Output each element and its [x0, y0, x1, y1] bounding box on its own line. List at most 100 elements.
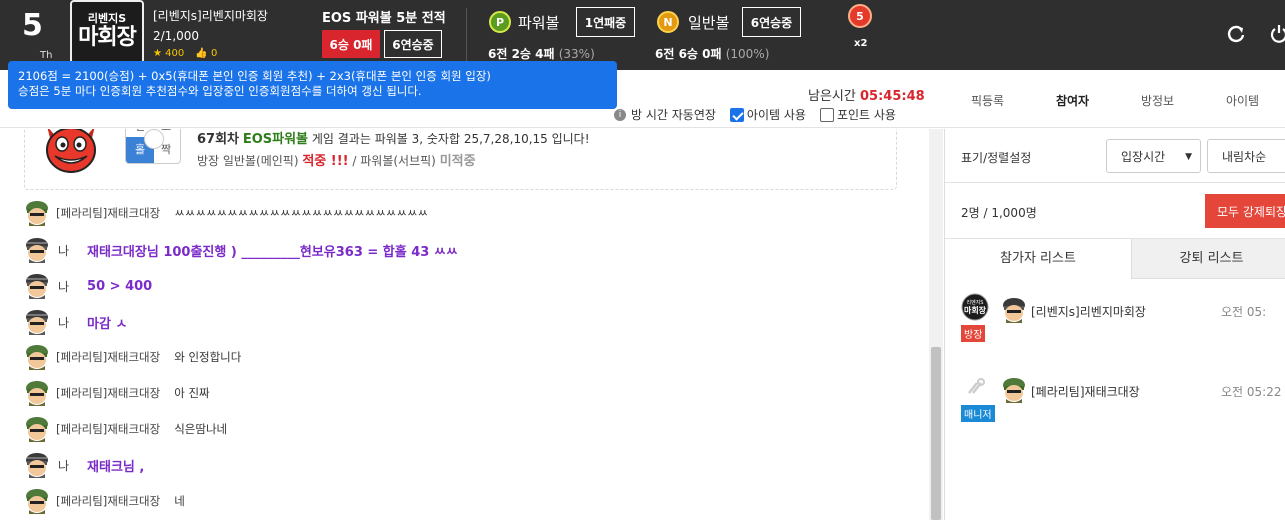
notice-game: EOS파워볼: [242, 132, 309, 147]
message-nick[interactable]: 나: [58, 314, 69, 331]
message-nick[interactable]: [페라리팀]재태크대장: [56, 421, 160, 437]
like-count: 👍 0: [195, 48, 218, 59]
item-use-label[interactable]: 아이템 사용: [747, 106, 806, 123]
chat-message: [페라리팀]재태크대장 네: [24, 487, 185, 515]
soldier-avatar-icon: [26, 489, 48, 514]
normalball-icon: N: [657, 11, 679, 33]
remaining-time-value: 05:45:48: [859, 89, 925, 104]
refresh-icon[interactable]: [1226, 24, 1246, 44]
chat-message: 나 50 > 400: [24, 272, 152, 300]
participant-panel: 표기/정렬설정 입장시간 ▼ 내림차순 2명 / 1,000명 모두 강제퇴장 …: [944, 129, 1285, 520]
star-count: ★ 400: [153, 48, 185, 59]
participant-row[interactable]: 매니저 [페라리팀]재태크대장 오전 05:22: [945, 369, 1285, 439]
member-count: 2명 / 1,000명: [961, 206, 1037, 220]
message-nick[interactable]: 나: [58, 278, 69, 295]
message-nick[interactable]: [페라리팀]재태크대장: [56, 493, 160, 509]
logo-top-text: 리벤지S: [87, 12, 127, 25]
sort-by-select[interactable]: 입장시간 ▼: [1106, 139, 1201, 173]
notice-main-pick: 방장 일반볼(메인픽): [197, 154, 299, 168]
participant-time: 오전 05:: [1221, 305, 1267, 319]
host-name: [리벤지s]리벤지마회장: [153, 9, 268, 23]
right-panel-tabs: 픽등록 참여자 방정보 아이템: [945, 92, 1285, 109]
participant-name: [페라리팀]재태크대장: [1031, 385, 1140, 399]
message-nick[interactable]: 나: [58, 457, 69, 474]
room-options: i 방 시간 자동연장 아이템 사용 포인트 사용: [614, 106, 896, 123]
message-text: 아 진짜: [174, 386, 210, 400]
tab-kicked-list[interactable]: 강퇴 리스트: [1131, 239, 1285, 279]
svg-text:마회장: 마회장: [964, 305, 987, 315]
tab-participants[interactable]: 참여자: [1030, 92, 1115, 109]
soldier-avatar-icon: [26, 345, 48, 370]
notice-result: 게임 결과는 파워볼 3, 숫자합 25,7,28,10,15 입니다!: [311, 132, 590, 146]
point-use-label[interactable]: 포인트 사용: [837, 106, 896, 123]
record-title: EOS 파워볼 5분 전적: [322, 11, 446, 26]
message-nick[interactable]: [페라리팀]재태크대장: [56, 385, 160, 401]
soldier-avatar-icon: [26, 381, 48, 406]
message-text: 재태크님 ,: [87, 459, 145, 475]
item-use-checkbox[interactable]: [729, 107, 744, 122]
message-nick[interactable]: [페라리팀]재태크대장: [56, 349, 160, 365]
participant-tabs: 참가자 리스트 강퇴 리스트: [945, 239, 1285, 279]
notice-result-line: 67회차 EOS파워볼 게임 결과는 파워볼 3, 숫자합 25,7,28,10…: [197, 129, 590, 147]
chat-message: [페라리팀]재태크대장 아 진짜: [24, 379, 210, 407]
role-badge-manager: 매니저: [961, 405, 995, 422]
normalball-label: 일반볼: [688, 14, 730, 32]
score-tooltip: 2106점 = 2100(승점) + 0x5(휴대폰 본인 인증 회원 추천) …: [8, 61, 617, 109]
soldier-avatar-icon: [26, 238, 48, 263]
notice-round: 67회차: [197, 132, 240, 147]
sort-order-value: 내림차순: [1222, 149, 1267, 164]
tooltip-line-2: 승점은 5분 마다 인증회원 추천점수와 입장중인 인증회원점수를 더하여 갱신…: [18, 84, 422, 98]
host-logo-badge-icon: 리벤지S 마회장: [961, 293, 989, 321]
sort-label: 표기/정렬설정: [961, 151, 1032, 165]
auto-extend-label[interactable]: 방 시간 자동연장: [631, 106, 716, 123]
odd-even-toggle[interactable]: 언 오 홀 짝: [125, 129, 181, 164]
soldier-avatar-icon: [1003, 298, 1025, 323]
remaining-time-label: 남은시간: [808, 89, 856, 104]
top-bar: 5 Th 리벤지S 마회장 [리벤지s]리벤지마회장 2/1,000 ★ 400…: [0, 0, 1285, 70]
point-use-checkbox[interactable]: [819, 107, 834, 122]
power-icon[interactable]: [1269, 24, 1285, 44]
sort-settings: 표기/정렬설정 입장시간 ▼ 내림차순: [945, 129, 1285, 183]
chat-area: 언 오 홀 짝 67회차 EOS파워볼 게임 결과는 파워볼 3, 숫자합 25…: [0, 129, 944, 520]
powerball-label: 파워볼: [518, 14, 560, 32]
chat-message: 나 재태크대장님 100출진행 ) _________현보유363 = 합홀 43…: [24, 236, 458, 264]
message-text: 마감 ㅅ: [87, 316, 128, 332]
message-nick[interactable]: [페라리팀]재태크대장: [56, 205, 160, 221]
soldier-avatar-icon: [26, 310, 48, 335]
toggle-knob[interactable]: [144, 129, 164, 149]
soldier-avatar-icon: [26, 417, 48, 442]
room-sub-label: Th: [40, 50, 53, 61]
tab-participant-list[interactable]: 참가자 리스트: [945, 239, 1131, 279]
tab-pick-register[interactable]: 픽등록: [945, 92, 1030, 109]
participant-row[interactable]: 리벤지S 마회장 방장 [리벤지s]리벤지마회장 오전 05:: [945, 289, 1285, 359]
remaining-time: 남은시간 05:45:48: [808, 85, 925, 104]
tab-items[interactable]: 아이템: [1200, 92, 1285, 109]
room-number: 5: [22, 8, 43, 43]
normalball-streak-box: 6연승중: [742, 7, 801, 37]
message-text: 재태크대장님 100출진행 ) _________현보유363 = 합홀 43 …: [87, 244, 458, 260]
sort-by-value: 입장시간: [1121, 149, 1166, 164]
devil-mascot-icon: [46, 129, 96, 173]
count-row: 2명 / 1,000명 모두 강제퇴장: [945, 183, 1285, 239]
message-nick[interactable]: 나: [58, 242, 69, 259]
powerball-record-text: 6전 2승 4패: [488, 47, 555, 61]
sort-order-select[interactable]: 내림차순: [1207, 139, 1285, 173]
message-text: 식은땀나네: [174, 422, 228, 436]
soldier-avatar-icon: [26, 453, 48, 478]
soldier-avatar-icon: [26, 201, 48, 226]
notice-hit: 적중 !!!: [302, 154, 349, 169]
normalball-record-pct: (100%): [725, 47, 770, 61]
notice-miss: 미적중: [439, 154, 476, 169]
soldier-avatar-icon: [1003, 378, 1025, 403]
powerball-record: 6전 2승 4패 (33%): [488, 45, 595, 62]
host-stats: ★ 400 👍 0: [153, 48, 225, 59]
normalball-record-text: 6전 6승 0패: [655, 47, 722, 61]
chat-scroll-thumb[interactable]: [931, 347, 941, 520]
participant-name: [리벤지s]리벤지마회장: [1031, 305, 1146, 319]
tab-room-info[interactable]: 방정보: [1115, 92, 1200, 109]
kick-all-button[interactable]: 모두 강제퇴장: [1205, 194, 1285, 228]
chat-message: [페라리팀]재태크대장 식은땀나네: [24, 415, 227, 443]
logo-main-text: 마회장: [78, 25, 137, 50]
participant-time: 오전 05:22: [1221, 385, 1282, 399]
powerball-icon: P: [489, 11, 511, 33]
